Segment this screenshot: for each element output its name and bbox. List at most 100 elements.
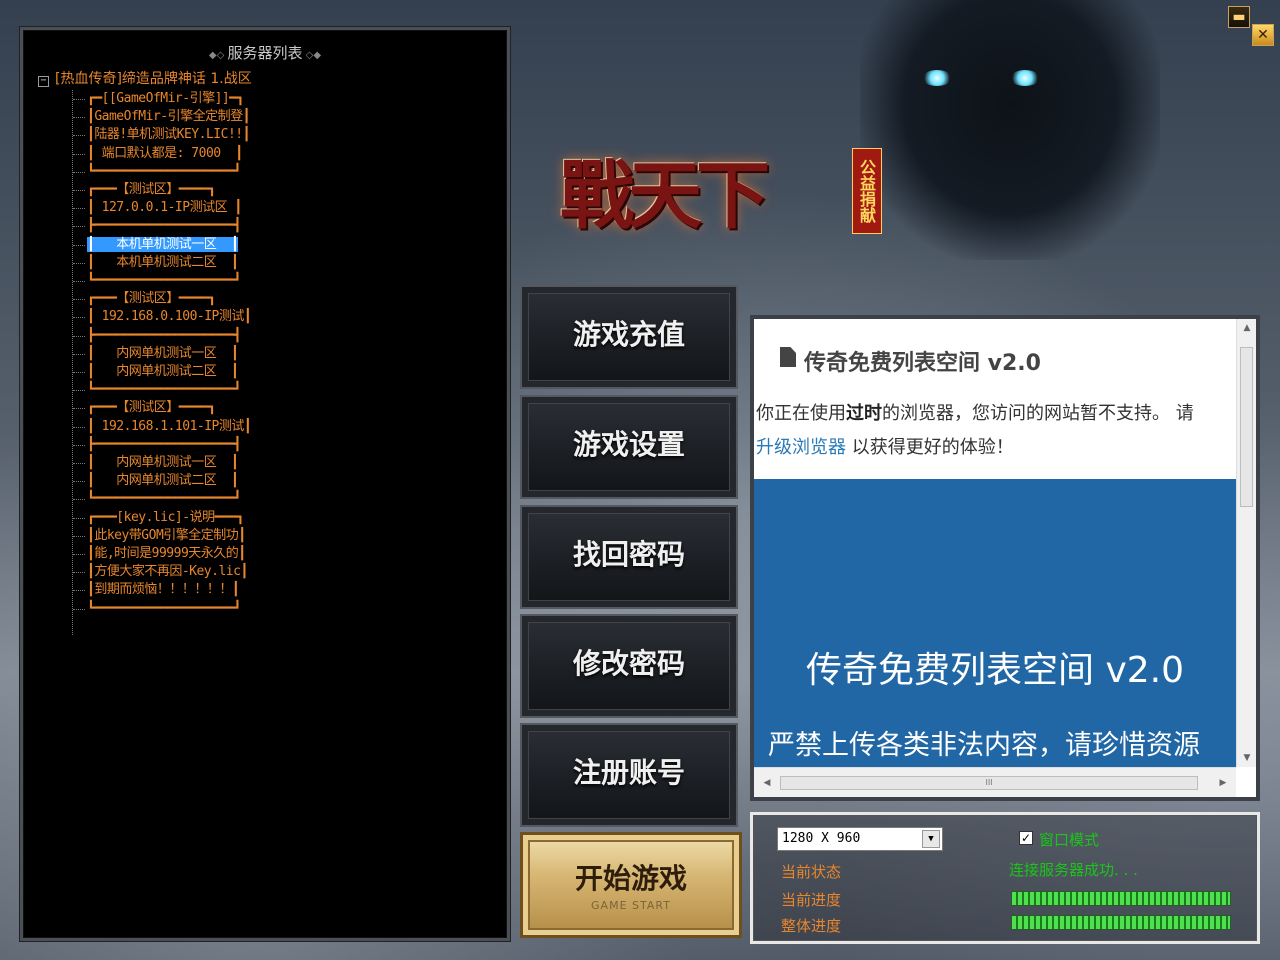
server-tree-item-label: ┃ 192.168.0.100-IP测试┃: [87, 309, 252, 325]
settings-button-label: 游戏设置: [572, 428, 685, 461]
server-tree-item[interactable]: ┃到期而烦恼！！！！！！┃: [72, 581, 240, 599]
server-tree-item[interactable]: ┃ 192.168.1.101-IP测试┃: [72, 418, 252, 436]
server-tree-item-label: ┗━━━━━━━━━━━━━━━━━━━┛: [87, 600, 241, 616]
recover-password-button[interactable]: 找回密码: [520, 505, 738, 609]
server-tree-item[interactable]: ┃能,时间是99999天永久的┃: [73, 545, 246, 563]
chevron-down-icon[interactable]: ▼: [922, 830, 940, 848]
server-tree-item[interactable]: ┃ 127.0.0.1-IP测试区 ┃: [73, 199, 242, 217]
game-logo: 戰天下 公益捐献: [520, 120, 882, 270]
server-tree-item[interactable]: ┃ 内网单机测试二区 ┃: [72, 363, 239, 381]
server-tree-item[interactable]: ┃陆器!单机测试KEY.LIC!!┃: [73, 126, 250, 144]
vertical-scrollbar[interactable]: ▲ ▼: [1236, 319, 1256, 767]
server-tree-item-label: ┗━━━━━━━━━━━━━━━━━━━┛: [87, 163, 241, 179]
server-tree-item[interactable]: ┃ 192.168.0.100-IP测试┃: [72, 308, 252, 326]
server-tree-item-label: ┗━━━━━━━━━━━━━━━━━━━┛: [87, 273, 241, 288]
server-tree-item-label: ┃ 内网单机测试一区 ┃: [87, 345, 239, 361]
outdated-browser-warning: 你正在使用过时的浏览器，您访问的网站暂不支持。 请升级浏览器 以获得更好的体验！: [756, 397, 1234, 465]
scroll-right-icon[interactable]: ▶: [1214, 774, 1232, 792]
server-tree-item-label: ┃ 内网单机测试二区 ┃: [87, 364, 239, 379]
change-password-label: 修改密码: [572, 647, 685, 680]
server-tree-item[interactable]: ┃ 内网单机测试一区 ┃: [72, 345, 239, 363]
current-progress-fill: [1012, 892, 1230, 905]
collapse-icon[interactable]: −: [38, 76, 49, 87]
server-tree-item[interactable]: ┗━━━━━━━━━━━━━━━━━━━┛: [73, 490, 241, 508]
server-tree-item[interactable]: ┃ 内网单机测试二区 ┃: [72, 472, 239, 490]
recover-password-label: 找回密码: [572, 538, 685, 571]
start-game-button[interactable]: 开始游戏 GAME START: [520, 832, 742, 938]
server-tree-item-label: ┗━━━━━━━━━━━━━━━━━━━┛: [87, 491, 241, 507]
logo-badge: 公益捐献: [852, 148, 882, 234]
horizontal-scroll-thumb[interactable]: III: [780, 776, 1198, 790]
window-mode-label[interactable]: 窗口模式: [1039, 829, 1099, 850]
total-progress-bar: [1011, 915, 1231, 930]
server-tree-item[interactable]: ┃GameOfMir-引擎全定制登┃: [73, 108, 250, 126]
register-button-label: 注册账号: [572, 756, 685, 789]
server-tree-item[interactable]: ┗━━━━━━━━━━━━━━━━━━━┛: [73, 272, 241, 290]
server-tree-item[interactable]: ┣━━━━━━━━━━━━━━━━━━━┫: [73, 217, 241, 235]
warning-text-prefix: 你正在使用: [756, 403, 846, 424]
tree-root-node[interactable]: − [热血传奇]缔造品牌神话 1.战区: [38, 70, 252, 88]
register-button[interactable]: 注册账号: [520, 723, 738, 827]
server-tree-item-label: ┏━━━【测试区】━━━━┓: [87, 400, 216, 416]
current-progress-bar: [1011, 891, 1231, 906]
server-tree-item-label: ┃ 192.168.1.101-IP测试┃: [87, 418, 252, 434]
warning-text-suffix: 以获得更好的体验！: [846, 437, 1014, 458]
server-tree-item-label: ┏━━━【测试区】━━━━┓: [87, 182, 216, 197]
server-tree-item-label: ┃ 本机单机测试二区 ┃: [87, 254, 239, 270]
server-list-panel: ◆◇ 服务器列表 ◇◆ − [热血传奇]缔造品牌神话 1.战区 ┏━[[GameO…: [20, 27, 510, 941]
scroll-down-icon[interactable]: ▼: [1237, 749, 1257, 767]
news-browser: 传奇免费列表空间 v2.0 你正在使用过时的浏览器，您访问的网站暂不支持。 请升…: [750, 315, 1260, 801]
server-tree-item-label: ┃GameOfMir-引擎全定制登┃: [87, 109, 250, 125]
tree-root-label: [热血传奇]缔造品牌神话 1.战区: [55, 71, 252, 87]
server-tree-item[interactable]: ┏━━━【测试区】━━━━┓: [72, 181, 216, 199]
server-tree-item[interactable]: ┗━━━━━━━━━━━━━━━━━━━┛: [73, 600, 241, 618]
server-tree-item[interactable]: ┃方便大家不再因-Key.lic┃: [73, 563, 248, 581]
start-game-label: 开始游戏: [574, 862, 687, 895]
server-tree-item-label: ┣━━━━━━━━━━━━━━━━━━━┫: [87, 218, 241, 234]
server-tree-item[interactable]: ┏━━━【测试区】━━━━┓: [72, 290, 216, 308]
document-icon: [780, 347, 796, 367]
close-button[interactable]: ✕: [1252, 24, 1274, 46]
glowing-eye: [1010, 70, 1040, 86]
upgrade-browser-link[interactable]: 升级浏览器: [756, 437, 846, 458]
resolution-select[interactable]: 1280 X 960 ▼: [777, 827, 943, 851]
recharge-button[interactable]: 游戏充值: [520, 285, 738, 389]
start-game-sublabel: GAME START: [591, 899, 671, 912]
diamond-icon: ◇◆: [302, 50, 322, 61]
minimize-button[interactable]: ▬: [1228, 6, 1250, 28]
server-tree-item[interactable]: ┃ 本机单机测试一区 ┃: [72, 236, 239, 254]
server-tree-item-label: ┏━━━【测试区】━━━━┓: [87, 291, 216, 307]
server-tree-item[interactable]: ┃ 本机单机测试二区 ┃: [72, 254, 239, 272]
window-mode-checkbox[interactable]: ✓: [1019, 831, 1033, 845]
server-tree-item[interactable]: ┃ 端口默认都是: 7000 ┃: [73, 145, 243, 163]
server-tree-item[interactable]: ┣━━━━━━━━━━━━━━━━━━━┫: [73, 327, 241, 345]
total-label: 整体进度: [781, 917, 842, 935]
state-label: 当前状态: [781, 863, 842, 881]
scroll-grip-icon: III: [985, 778, 993, 787]
server-tree-item[interactable]: ┏━━━[key.lic]-说明━━━┓: [73, 509, 244, 527]
server-tree-item-label: ┣━━━━━━━━━━━━━━━━━━━┫: [87, 327, 241, 343]
server-tree-item[interactable]: ┃ 内网单机测试一区 ┃: [72, 454, 239, 472]
browser-header: 传奇免费列表空间 v2.0: [754, 319, 1236, 401]
status-panel: 1280 X 960 ▼ ✓ 窗口模式 当前状态 连接服务器成功. . . 当前…: [750, 812, 1260, 944]
server-tree-item[interactable]: ┣━━━━━━━━━━━━━━━━━━━┫: [73, 436, 241, 454]
horizontal-scrollbar[interactable]: ◀ III ▶: [754, 767, 1236, 797]
server-tree-item-label: ┃ 127.0.0.1-IP测试区 ┃: [87, 200, 242, 216]
scroll-up-icon[interactable]: ▲: [1237, 319, 1257, 337]
server-tree-item-label: ┏━━━[key.lic]-说明━━━┓: [87, 509, 244, 525]
server-tree-item[interactable]: ┃此key带GOM引擎全定制功┃: [73, 527, 246, 545]
vertical-scroll-thumb[interactable]: [1240, 347, 1253, 507]
server-tree-item[interactable]: ┗━━━━━━━━━━━━━━━━━━━┛: [73, 163, 241, 181]
change-password-button[interactable]: 修改密码: [520, 614, 738, 718]
recharge-button-label: 游戏充值: [572, 318, 685, 351]
state-value: 连接服务器成功. . .: [1009, 861, 1138, 879]
hero-banner: 传奇免费列表空间 v2.0 严禁上传各类非法内容，请珍惜资源: [754, 479, 1236, 767]
server-tree-item-label: ┃方便大家不再因-Key.lic┃: [87, 564, 248, 580]
server-tree-item-label: ┃ 内网单机测试二区 ┃: [87, 473, 239, 489]
server-tree-item-label: ┃ 内网单机测试一区 ┃: [87, 455, 239, 470]
server-tree-item[interactable]: ┗━━━━━━━━━━━━━━━━━━━┛: [73, 381, 241, 399]
server-tree-item[interactable]: ┏━[[GameOfMir-引擎]]━┓: [73, 90, 244, 108]
server-tree-item[interactable]: ┏━━━【测试区】━━━━┓: [72, 399, 216, 417]
scroll-left-icon[interactable]: ◀: [758, 774, 776, 792]
settings-button[interactable]: 游戏设置: [520, 395, 738, 499]
